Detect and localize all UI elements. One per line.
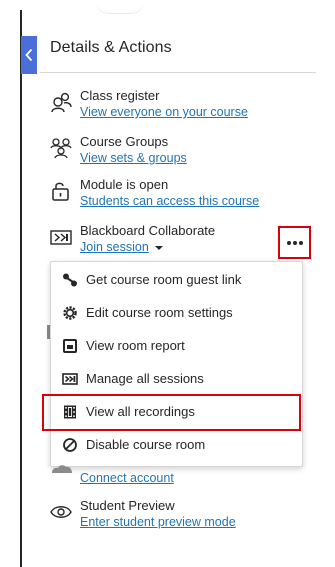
report-icon: [61, 337, 79, 355]
class-register-link[interactable]: View everyone on your course: [80, 104, 248, 121]
caret-down-icon: [154, 245, 163, 250]
student-preview-link[interactable]: Enter student preview mode: [80, 514, 236, 531]
class-register-title: Class register: [80, 88, 160, 103]
panel-title: Details & Actions: [50, 39, 172, 56]
join-session-link[interactable]: Join session: [80, 239, 149, 256]
menu-item-label: Disable course room: [86, 437, 206, 452]
menu-item-guest-link[interactable]: Get course room guest link: [51, 263, 302, 296]
connect-account-link[interactable]: Connect account: [80, 470, 174, 487]
course-groups-row: Course Groups View sets & groups: [50, 133, 187, 167]
course-groups-title: Course Groups: [80, 134, 169, 149]
collapse-panel-button[interactable]: [21, 36, 37, 74]
join-session-dropdown[interactable]: Join session: [80, 239, 215, 256]
cloud-row: Connect account: [80, 470, 174, 487]
menu-item-label: View room report: [86, 338, 185, 353]
sessions-icon: [61, 370, 79, 388]
more-options-button[interactable]: [278, 226, 311, 259]
class-register-row: Class register View everyone on your cou…: [50, 87, 248, 121]
menu-item-room-report[interactable]: View room report: [51, 329, 302, 362]
course-groups-link[interactable]: View sets & groups: [80, 150, 187, 167]
unlock-icon: [50, 180, 72, 202]
menu-item-disable-room[interactable]: Disable course room: [51, 428, 302, 461]
chevron-left-icon: [25, 48, 33, 62]
collaborate-actions-menu: Get course room guest link Edit course r…: [50, 261, 303, 467]
gear-icon: [61, 304, 79, 322]
menu-item-label: Manage all sessions: [86, 371, 204, 386]
ellipsis-icon: [286, 240, 303, 245]
module-status-row: Module is open Students can access this …: [50, 176, 259, 210]
collaborate-icon: [50, 226, 72, 248]
menu-item-edit-settings[interactable]: Edit course room settings: [51, 296, 302, 329]
module-status-title: Module is open: [80, 177, 169, 192]
collaborate-title: Blackboard Collaborate: [80, 223, 216, 238]
groups-icon: [50, 137, 72, 159]
highlight-annotation: [42, 394, 301, 431]
disable-icon: [61, 436, 79, 454]
collaborate-row: Blackboard Collaborate Join session: [50, 222, 215, 256]
users-icon: [50, 91, 72, 113]
link-icon: [61, 271, 79, 289]
module-status-link[interactable]: Students can access this course: [80, 193, 259, 210]
divider: [40, 72, 316, 73]
cloud-icon: [52, 465, 72, 473]
left-border: [20, 10, 22, 567]
menu-item-manage-sessions[interactable]: Manage all sessions: [51, 362, 302, 395]
menu-item-label: Get course room guest link: [86, 272, 242, 287]
menu-item-label: Edit course room settings: [86, 305, 233, 320]
student-preview-row: Student Preview Enter student preview mo…: [50, 497, 236, 531]
student-preview-title: Student Preview: [80, 498, 175, 513]
top-scroll-indicator: [95, 0, 145, 14]
eye-icon: [50, 501, 72, 523]
